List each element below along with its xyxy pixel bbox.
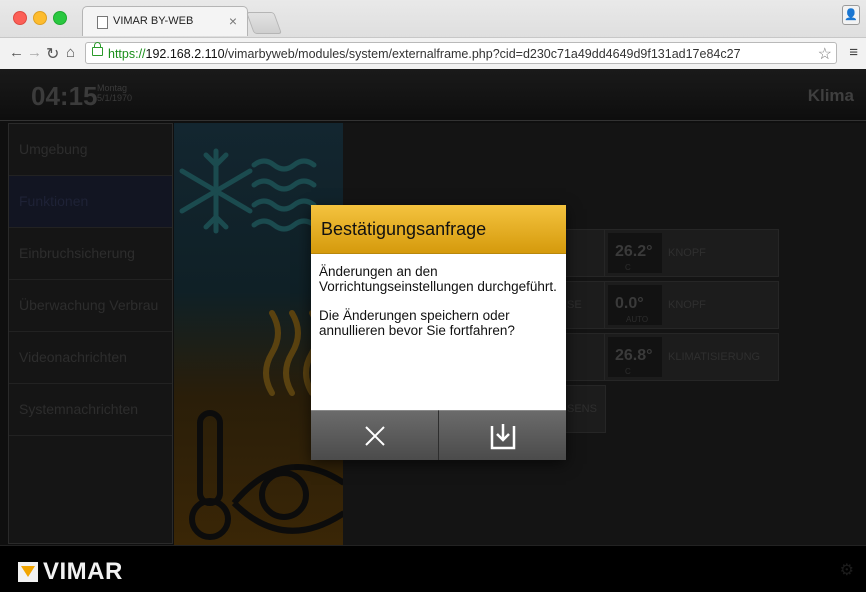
dialog-title: Bestätigungsanfrage xyxy=(311,205,566,254)
tile-klimatisierung[interactable]: 26.8° C KLIMATISIERUNG xyxy=(604,333,779,381)
tile-unit: C xyxy=(625,263,631,272)
browser-tab[interactable]: VIMAR BY-WEB × xyxy=(82,6,248,36)
forward-arrow-icon[interactable]: → xyxy=(27,44,42,61)
sidebar-item-funktionen[interactable]: Funktionen xyxy=(9,176,172,228)
reload-icon[interactable]: ↻ xyxy=(46,44,59,64)
tile-value-box: 0.0° AUTO xyxy=(608,285,662,325)
browser-toolbar: ← → ↻ ⌂ https://192.168.2.110/vimarbyweb… xyxy=(0,37,866,69)
sidebar: Umgebung Funktionen Einbruchsicherung Üb… xyxy=(8,123,173,544)
page-title: Klima xyxy=(807,86,854,105)
save-download-icon xyxy=(490,423,515,449)
eye-icon xyxy=(231,464,343,534)
tile-knopf-1[interactable]: 26.2° C KNOPF xyxy=(604,229,779,277)
tile-partial-4[interactable]: SENS xyxy=(560,385,606,433)
thermometer-icon xyxy=(189,410,231,540)
confirmation-dialog: Bestätigungsanfrage Änderungen an den Vo… xyxy=(311,205,566,460)
tile-label: KNOPF xyxy=(668,247,706,259)
date-display: Montag 5/1/1970 xyxy=(97,83,132,103)
profile-icon[interactable]: 👤 xyxy=(842,5,860,25)
bookmark-star-icon[interactable]: ☆ xyxy=(818,44,832,64)
tile-label: SENS xyxy=(567,403,597,415)
tile-unit: C xyxy=(625,367,631,376)
settings-gear-icon[interactable]: ⚙ xyxy=(840,560,854,580)
tile-partial-1[interactable] xyxy=(560,229,606,277)
tile-value: 26.2° xyxy=(615,243,653,260)
tile-mode: AUTO xyxy=(626,315,649,324)
day-label: Montag xyxy=(97,83,128,93)
app-header: 04:15 Montag 5/1/1970 Klima xyxy=(0,69,866,121)
sidebar-item-einbruchsicherung[interactable]: Einbruchsicherung xyxy=(9,228,172,280)
close-window-button[interactable] xyxy=(13,11,27,25)
sidebar-item-systemnachrichten[interactable]: Systemnachrichten xyxy=(9,384,172,436)
tab-close-icon[interactable]: × xyxy=(229,13,237,29)
date-label: 5/1/1970 xyxy=(97,93,133,103)
cancel-button[interactable] xyxy=(311,410,438,460)
back-arrow-icon[interactable]: ← xyxy=(9,44,24,61)
tab-title: VIMAR BY-WEB xyxy=(113,15,194,27)
sidebar-item-ueberwachung[interactable]: Überwachung Verbrau xyxy=(9,280,172,332)
url-text[interactable]: https://192.168.2.110/vimarbyweb/modules… xyxy=(108,47,741,61)
tile-label: SE xyxy=(567,299,582,311)
dialog-body: Änderungen an den Vorrichtungseinstellun… xyxy=(311,254,566,362)
dialog-actions xyxy=(311,410,566,460)
maximize-window-button[interactable] xyxy=(53,11,67,25)
dialog-message-1: Änderungen an den Vorrichtungseinstellun… xyxy=(319,264,557,294)
tile-label: KNOPF xyxy=(668,299,706,311)
snowflake-icon xyxy=(179,148,253,234)
address-bar[interactable]: https://192.168.2.110/vimarbyweb/modules… xyxy=(85,42,837,64)
tile-label: KLIMATISIERUNG xyxy=(668,351,761,363)
home-icon[interactable]: ⌂ xyxy=(66,44,75,61)
save-button[interactable] xyxy=(438,410,566,460)
tile-partial-2[interactable]: SE xyxy=(560,281,606,329)
tile-value-box: 26.8° C xyxy=(608,337,662,377)
vimar-logo-text: VIMAR xyxy=(43,558,123,585)
minimize-window-button[interactable] xyxy=(33,11,47,25)
tile-value: 26.8° xyxy=(615,347,653,364)
vimar-logo-icon xyxy=(18,562,38,582)
hamburger-menu-icon[interactable]: ≡ xyxy=(849,44,858,61)
tile-value: 0.0° xyxy=(615,295,644,312)
close-x-icon xyxy=(364,425,385,446)
app-footer: VIMAR ⚙ xyxy=(0,545,866,592)
sidebar-item-umgebung[interactable]: Umgebung xyxy=(9,124,172,176)
new-tab-button[interactable] xyxy=(245,12,283,34)
tile-value-box: 26.2° C xyxy=(608,233,662,273)
tile-knopf-2[interactable]: 0.0° AUTO KNOPF xyxy=(604,281,779,329)
sidebar-item-videonachrichten[interactable]: Videonachrichten xyxy=(9,332,172,384)
clock: 04:15 xyxy=(31,81,98,111)
tile-partial-3[interactable] xyxy=(560,333,606,381)
lock-icon xyxy=(92,42,103,56)
page-icon xyxy=(97,16,108,29)
air-flow-icon xyxy=(251,158,317,232)
browser-chrome: VIMAR BY-WEB × 👤 ← → ↻ ⌂ https://192.168… xyxy=(0,0,866,69)
dialog-message-2: Die Änderungen speichern oder annulliere… xyxy=(319,308,515,338)
